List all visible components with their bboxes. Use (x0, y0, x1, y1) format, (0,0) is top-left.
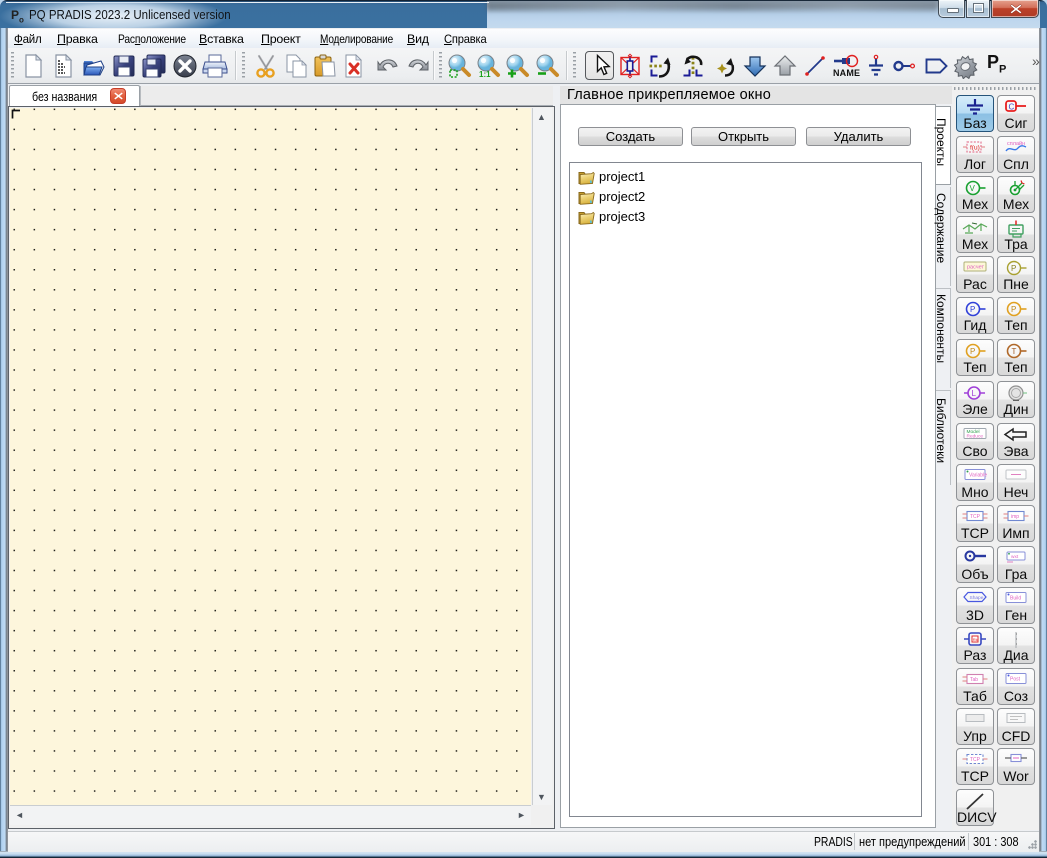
svg-text:L: L (972, 389, 977, 398)
svg-text:NAME: NAME (833, 68, 860, 78)
svg-text:C: C (1009, 103, 1015, 112)
svg-text:Rk: Rk (973, 637, 978, 642)
svg-text:TCP: TCP (970, 514, 981, 520)
svg-text:Reduce: Reduce (967, 434, 984, 440)
svg-text:T: T (1012, 347, 1017, 356)
svg-text:wxt: wxt (1011, 554, 1019, 560)
svg-text:P: P (1011, 264, 1016, 273)
svg-text:Variable: Variable (969, 473, 987, 479)
svg-text:P: P (970, 305, 975, 314)
svg-text:Build: Build (1010, 596, 1021, 602)
svg-text:P: P (970, 347, 975, 356)
svg-text:f(u): f(u) (970, 145, 980, 152)
svg-text:V: V (970, 184, 976, 193)
svg-text:imp: imp (1011, 514, 1019, 520)
svg-text:Tab: Tab (970, 677, 978, 683)
svg-text:1:1: 1:1 (479, 70, 491, 79)
svg-text:Post: Post (1010, 677, 1021, 683)
svg-text:P: P (1011, 305, 1016, 314)
svg-text:Shape: Shape (970, 595, 984, 601)
svg-text:TCP: TCP (970, 757, 981, 763)
svg-text:расчет: расчет (967, 265, 985, 271)
